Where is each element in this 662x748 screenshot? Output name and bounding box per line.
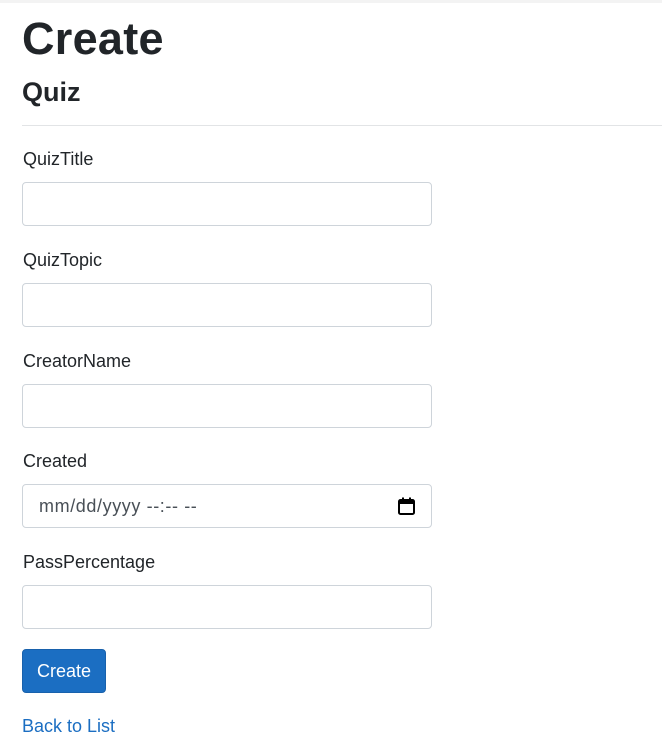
created-datetime-input[interactable]: mm/dd/yyyy --:-- -- [22,484,432,528]
pass-percentage-label: PassPercentage [23,552,156,572]
create-button[interactable]: Create [22,649,106,693]
quiz-title-label: QuizTitle [23,149,94,169]
quiz-topic-label: QuizTopic [23,250,103,270]
page-title: Create [22,13,164,64]
page-subtitle: Quiz [22,77,81,107]
top-edge [0,0,662,3]
back-to-list-link[interactable]: Back to List [22,714,115,738]
quiz-topic-input[interactable] [22,283,432,327]
pass-percentage-input[interactable] [22,585,432,629]
created-datetime-placeholder: mm/dd/yyyy --:-- -- [39,495,198,516]
creator-name-input[interactable] [22,384,432,428]
divider [22,125,662,126]
created-label: Created [23,451,88,471]
calendar-icon[interactable] [398,497,415,515]
creator-name-label: CreatorName [23,351,132,371]
quiz-title-input[interactable] [22,182,432,226]
